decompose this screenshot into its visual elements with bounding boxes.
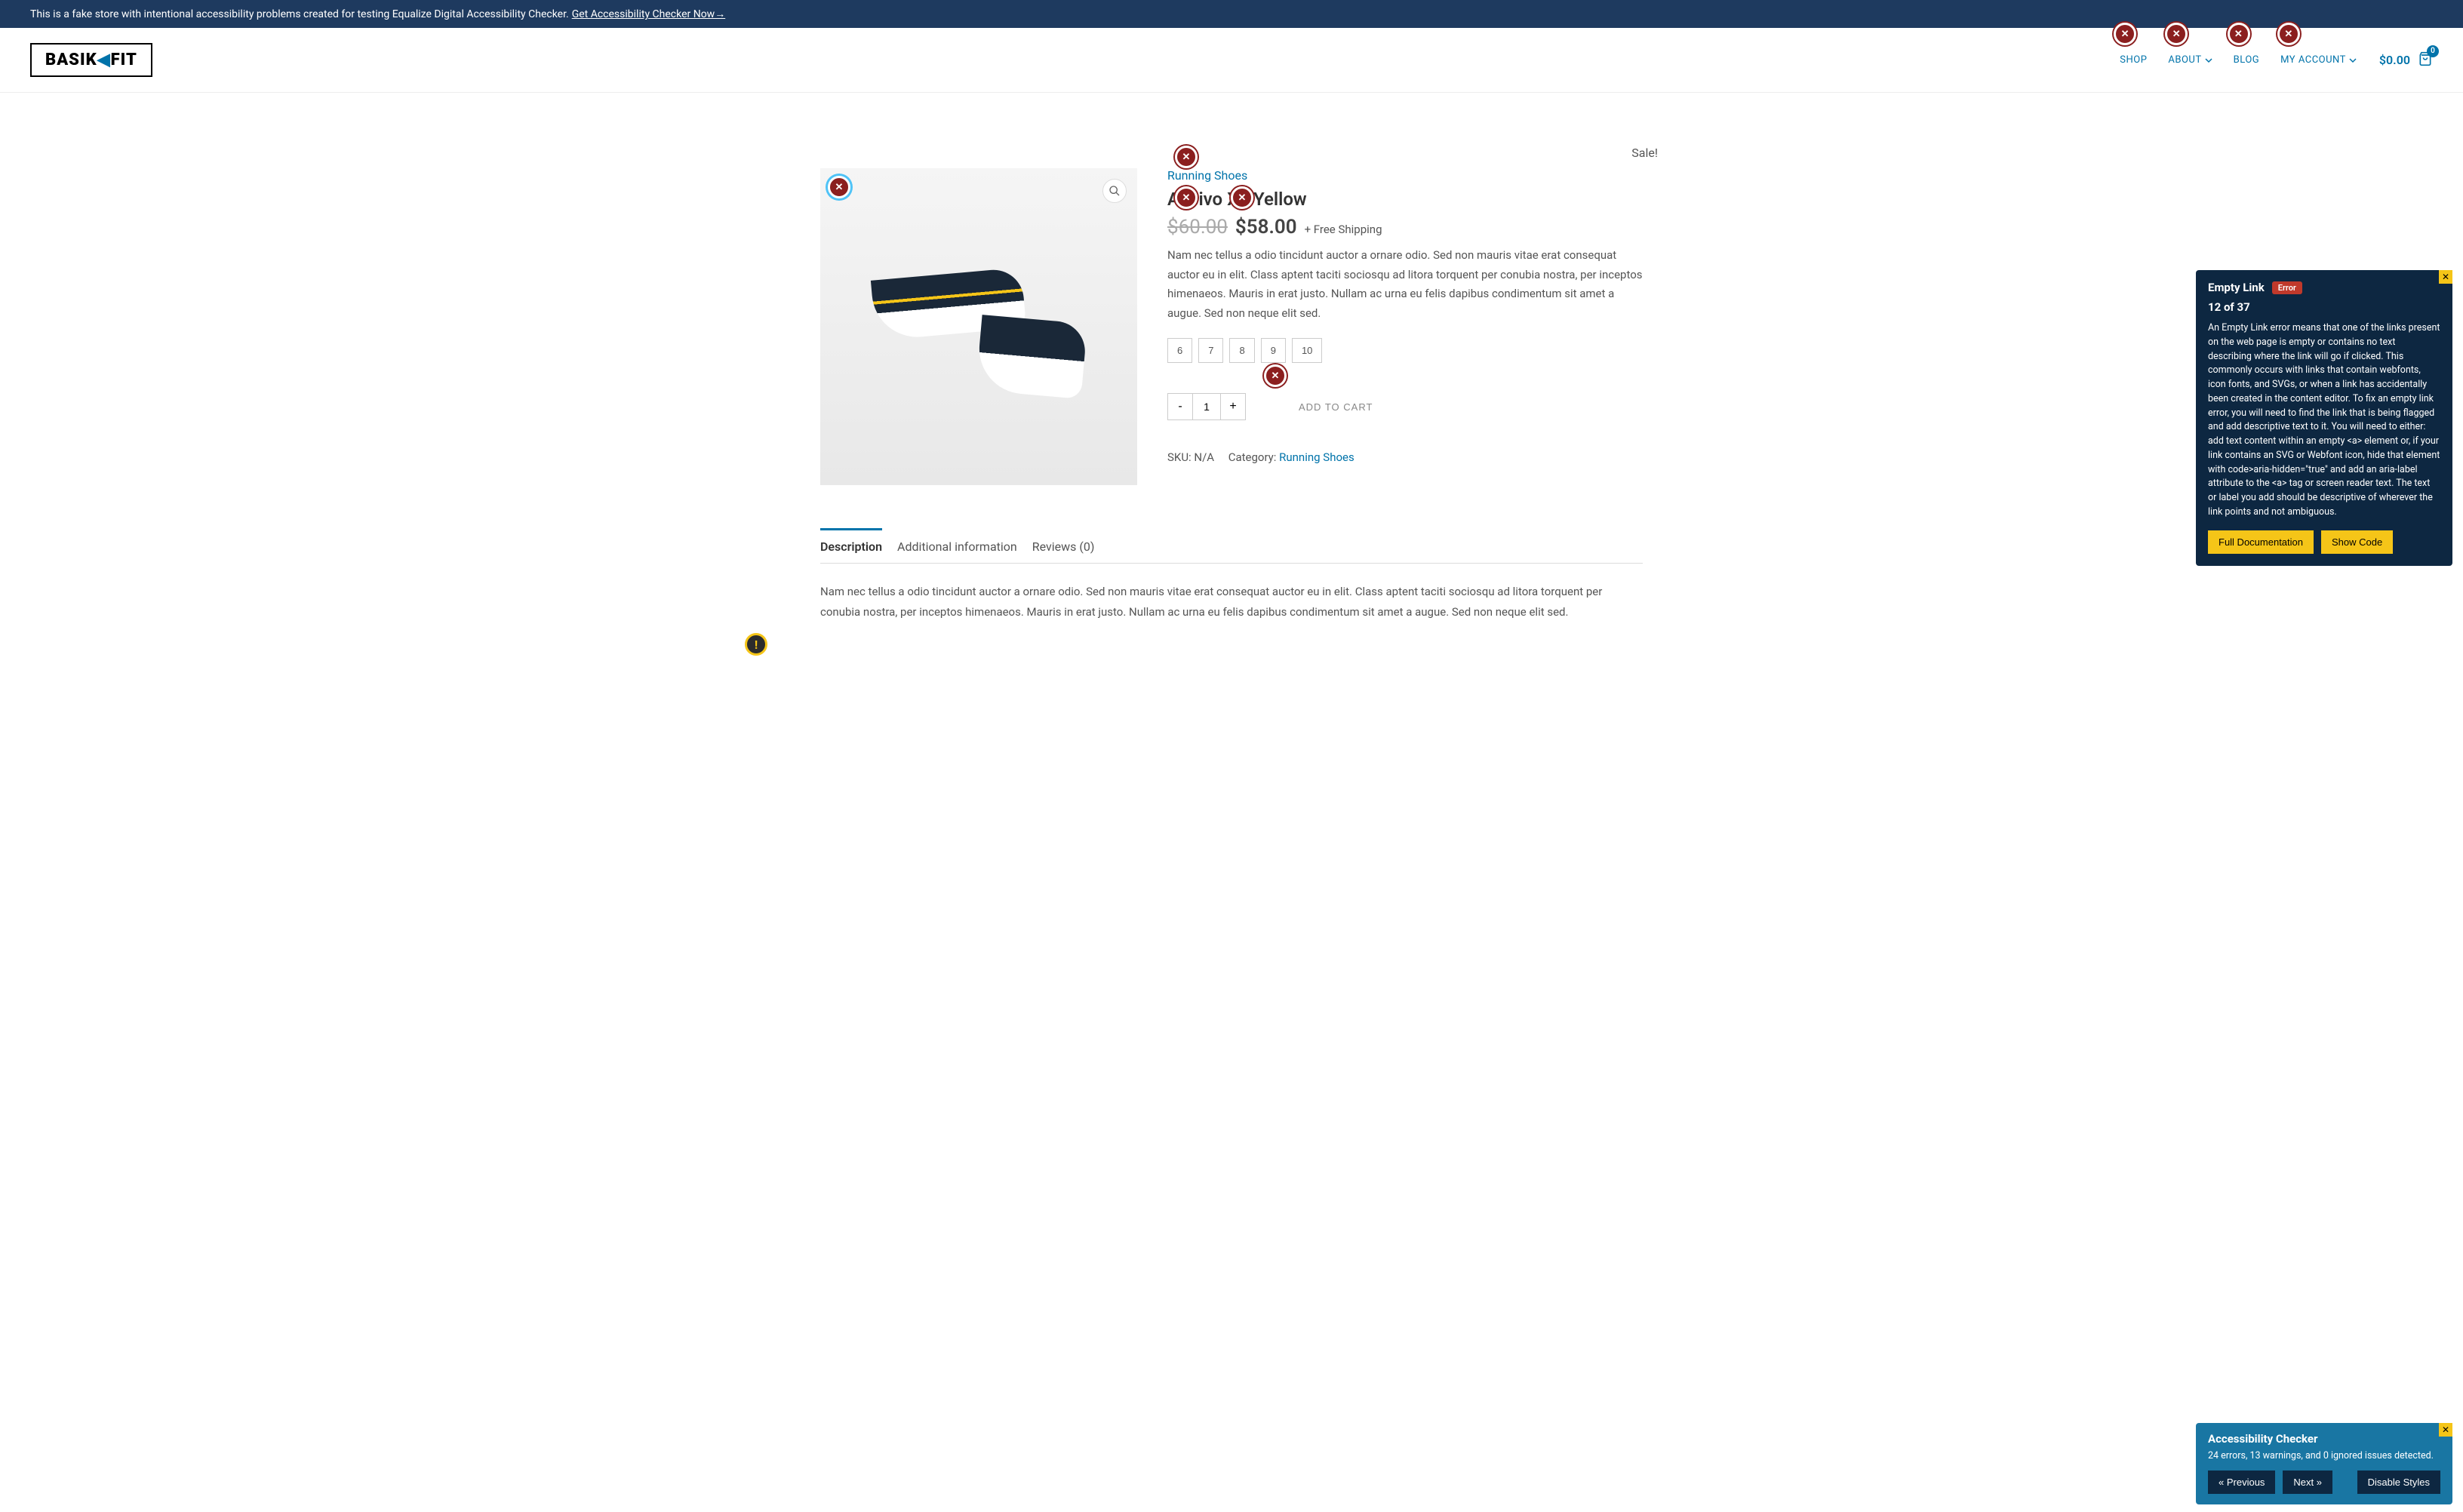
- popup-title: Empty Link: [2208, 281, 2265, 294]
- product-category-link[interactable]: Running Shoes: [1167, 168, 1247, 183]
- nav-about[interactable]: ABOUT: [2168, 54, 2212, 66]
- qty-decrease-button[interactable]: -: [1167, 393, 1193, 420]
- nav-account-label: MY ACCOUNT: [2280, 54, 2346, 66]
- announcement-banner: This is a fake store with intentional ac…: [0, 0, 2463, 28]
- nav-blog-label: BLOG: [2234, 54, 2260, 66]
- previous-button[interactable]: « Previous: [2208, 1471, 2275, 1494]
- full-documentation-button[interactable]: Full Documentation: [2208, 530, 2314, 554]
- product-short-description: Nam nec tellus a odio tincidunt auctor a…: [1167, 246, 1643, 323]
- logo-text-1: BASIK: [45, 51, 97, 69]
- nav-account[interactable]: MY ACCOUNT: [2280, 54, 2357, 66]
- error-badge: Error: [2272, 281, 2302, 294]
- price-row: $60.00 $58.00 + Free Shipping: [1167, 216, 1643, 238]
- size-option[interactable]: 9: [1261, 338, 1286, 363]
- next-button[interactable]: Next »: [2283, 1471, 2332, 1494]
- product-container: Sale! Running Shoes Aceivo X3 Yellow $60…: [805, 168, 1658, 485]
- cart-count-badge: 0: [2427, 45, 2439, 57]
- category-meta-link[interactable]: Running Shoes: [1279, 450, 1354, 464]
- sku-label: SKU:: [1167, 450, 1194, 464]
- size-option[interactable]: 6: [1167, 338, 1192, 363]
- add-to-cart-button[interactable]: ADD TO CART: [1268, 394, 1403, 420]
- category-label: Category:: [1228, 450, 1279, 464]
- tab-additional-info[interactable]: Additional information: [897, 530, 1017, 563]
- popup-counter: 12 of 37: [2196, 300, 2452, 321]
- size-option[interactable]: 10: [1292, 338, 1322, 363]
- popup-actions: Full Documentation Show Code: [2196, 530, 2452, 566]
- error-marker-icon[interactable]: [2114, 23, 2136, 45]
- logo[interactable]: BASIK◀FIT: [30, 43, 152, 77]
- popup-header: Empty Link Error: [2196, 270, 2452, 300]
- checker-close-button[interactable]: ✕: [2439, 1423, 2452, 1437]
- product-image[interactable]: [820, 168, 1137, 485]
- sku-value: N/A: [1194, 450, 1214, 464]
- error-detail-popup: ✕ Empty Link Error 12 of 37 An Empty Lin…: [2196, 270, 2452, 566]
- cart-icon[interactable]: 0: [2418, 51, 2433, 69]
- accessibility-checker-panel: ✕ Accessibility Checker 24 errors, 13 wa…: [2196, 1423, 2452, 1504]
- checker-actions: « Previous Next » Disable Styles: [2196, 1471, 2452, 1504]
- popup-close-button[interactable]: ✕: [2439, 270, 2452, 284]
- nav-shop[interactable]: SHOP: [2120, 54, 2147, 66]
- tabs-list: Description Additional information Revie…: [820, 530, 1643, 564]
- error-marker-icon[interactable]: [1264, 364, 1287, 387]
- chevron-down-icon: [2205, 57, 2212, 64]
- logo-caret-icon: ◀: [97, 51, 111, 69]
- zoom-button[interactable]: [1102, 179, 1127, 203]
- product-info: Sale! Running Shoes Aceivo X3 Yellow $60…: [1167, 168, 1643, 485]
- banner-link[interactable]: Get Accessibility Checker Now→: [572, 8, 726, 20]
- quantity-row: - + ADD TO CART: [1167, 393, 1643, 420]
- size-option[interactable]: 7: [1198, 338, 1223, 363]
- nav-about-label: ABOUT: [2168, 54, 2201, 66]
- error-marker-icon[interactable]: [2165, 23, 2188, 45]
- product-tabs-section: Description Additional information Revie…: [805, 530, 1658, 641]
- shoe-image-placeholder: [873, 259, 1084, 395]
- search-icon: [1109, 185, 1121, 197]
- popup-body-text: An Empty Link error means that one of th…: [2196, 321, 2452, 530]
- site-header: BASIK◀FIT SHOP ABOUT BLOG MY ACCOUNT: [0, 28, 2463, 93]
- new-price: $58.00: [1235, 216, 1297, 238]
- tab-reviews[interactable]: Reviews (0): [1032, 530, 1095, 563]
- size-selector: 6 7 8 9 10: [1167, 338, 1643, 363]
- disable-styles-button[interactable]: Disable Styles: [2357, 1471, 2440, 1494]
- qty-input[interactable]: [1193, 393, 1220, 420]
- product-meta: SKU: N/A Category: Running Shoes: [1167, 450, 1643, 464]
- show-code-button[interactable]: Show Code: [2321, 530, 2393, 554]
- tab-description[interactable]: Description: [820, 528, 882, 563]
- warning-marker-icon[interactable]: [745, 633, 767, 656]
- logo-text-2: FIT: [111, 51, 137, 69]
- nav-blog[interactable]: BLOG: [2234, 54, 2260, 66]
- checker-summary: 24 errors, 13 warnings, and 0 ignored is…: [2196, 1450, 2452, 1471]
- banner-text: This is a fake store with intentional ac…: [30, 8, 569, 20]
- size-option[interactable]: 8: [1229, 338, 1254, 363]
- cart-area[interactable]: $0.00 0: [2379, 51, 2433, 69]
- qty-increase-button[interactable]: +: [1220, 393, 1246, 420]
- error-marker-icon[interactable]: [828, 176, 850, 198]
- shipping-text: + Free Shipping: [1305, 223, 1382, 236]
- error-marker-icon[interactable]: [1231, 186, 1253, 209]
- cart-total: $0.00: [2379, 53, 2410, 67]
- error-marker-icon[interactable]: [2277, 23, 2300, 45]
- checker-title: Accessibility Checker: [2196, 1423, 2452, 1450]
- nav-shop-label: SHOP: [2120, 54, 2147, 66]
- main-nav: SHOP ABOUT BLOG MY ACCOUNT: [2120, 54, 2357, 66]
- error-marker-icon[interactable]: [2228, 23, 2250, 45]
- tab-content: Nam nec tellus a odio tincidunt auctor a…: [820, 564, 1643, 641]
- error-marker-icon[interactable]: [1175, 146, 1198, 168]
- error-marker-icon[interactable]: [1175, 186, 1198, 209]
- sale-badge: Sale!: [1631, 146, 1658, 160]
- chevron-down-icon: [2349, 57, 2357, 64]
- old-price: $60.00: [1167, 216, 1228, 238]
